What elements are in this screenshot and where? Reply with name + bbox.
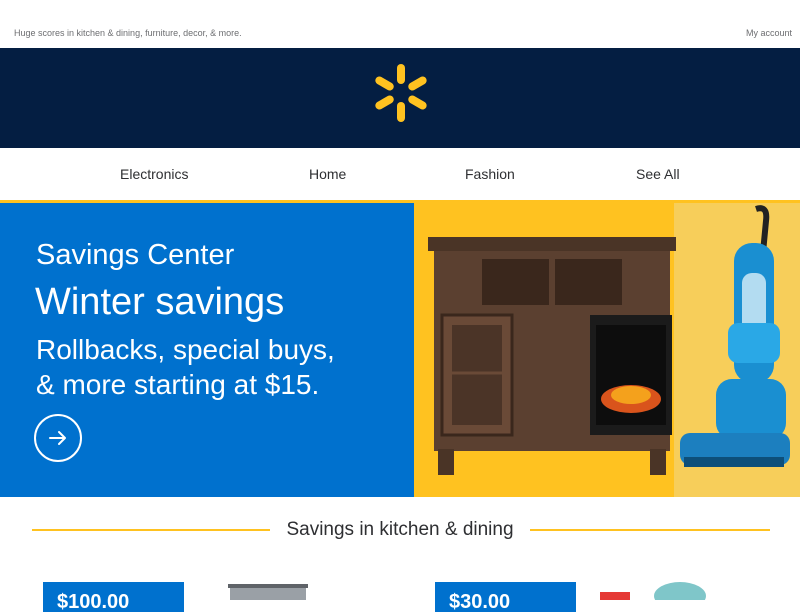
nav-item-home[interactable]: Home bbox=[309, 166, 346, 182]
preheader: Huge scores in kitchen & dining, furnitu… bbox=[0, 0, 800, 48]
vacuum-cleaner-image bbox=[680, 205, 790, 467]
fireplace-tv-stand-image bbox=[428, 237, 676, 475]
hero-text-panel: Savings Center Winter savings Rollbacks,… bbox=[0, 203, 414, 497]
nav-item-electronics[interactable]: Electronics bbox=[120, 166, 188, 182]
nav-item-fashion[interactable]: Fashion bbox=[465, 166, 515, 182]
preheader-text: Huge scores in kitchen & dining, furnitu… bbox=[14, 28, 242, 38]
hero-subline-2: & more starting at $15. bbox=[36, 369, 320, 400]
hero-cta-button[interactable] bbox=[34, 414, 82, 462]
main-nav: Electronics Home Fashion See All bbox=[0, 148, 800, 204]
hero-headline: Winter savings bbox=[35, 281, 285, 323]
hero-banner[interactable]: Savings Center Winter savings Rollbacks,… bbox=[0, 203, 800, 497]
hero-eyebrow: Savings Center bbox=[36, 239, 235, 271]
walmart-spark-icon[interactable] bbox=[371, 62, 431, 124]
product-price: $100.00 bbox=[57, 591, 130, 613]
cookware-product-image[interactable] bbox=[228, 580, 308, 600]
arrow-right-icon bbox=[49, 431, 66, 445]
section-rule-right bbox=[530, 529, 770, 531]
product-price-tile[interactable]: $30.00 bbox=[435, 582, 576, 613]
my-account-link[interactable]: My account bbox=[746, 28, 792, 38]
hero-subline-1: Rollbacks, special buys, bbox=[36, 334, 335, 365]
product-price: $30.00 bbox=[449, 591, 511, 613]
nav-item-see-all[interactable]: See All bbox=[636, 166, 680, 182]
kitchen-product-image[interactable] bbox=[600, 580, 710, 600]
product-price-tile[interactable]: $100.00 bbox=[43, 582, 184, 613]
